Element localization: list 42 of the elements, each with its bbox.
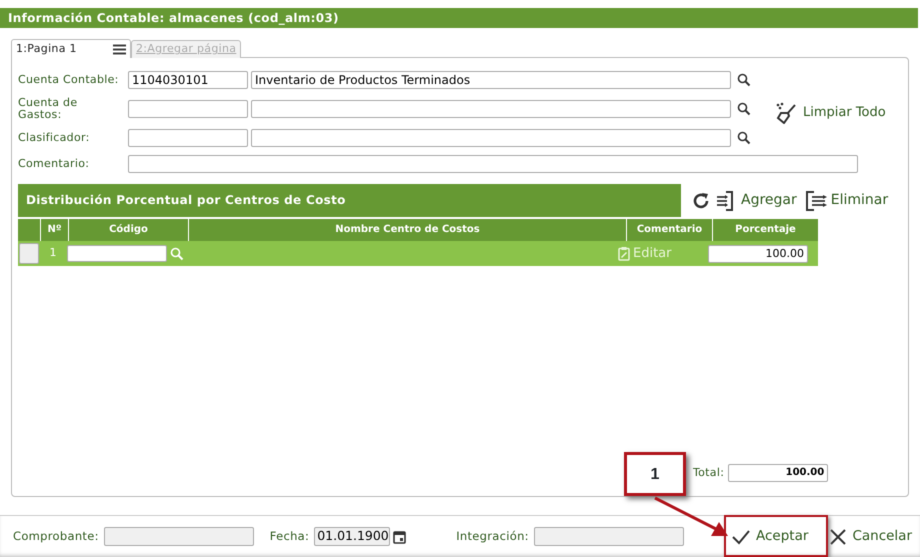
refresh-icon[interactable]	[691, 190, 711, 210]
description-field[interactable]: Inventario de Productos Terminados	[251, 71, 731, 89]
code-field[interactable]	[67, 245, 167, 262]
delete-button[interactable]: Eliminar	[800, 188, 892, 214]
code-field[interactable]	[128, 129, 248, 147]
add-button[interactable]: Agregar	[711, 188, 801, 214]
import-icon	[715, 190, 735, 212]
description-field[interactable]	[251, 100, 731, 118]
code-field[interactable]	[128, 100, 248, 118]
code-field[interactable]: 1104030101	[128, 71, 248, 89]
export-icon	[804, 190, 829, 212]
cancel-button[interactable]: Cancelar	[826, 524, 916, 549]
footer-field[interactable]: 01.01.1900	[314, 527, 390, 546]
menu-icon[interactable]	[113, 44, 126, 54]
description-field[interactable]	[251, 129, 731, 147]
callout-box: 1	[624, 452, 686, 496]
field-label: Integración:	[456, 528, 529, 545]
total-label: Total:	[693, 467, 724, 479]
close-icon	[830, 528, 846, 544]
calendar-icon[interactable]	[393, 530, 406, 544]
field-label: Fecha:	[270, 528, 310, 545]
window-title: Información Contable: almacenes (cod_alm:03)	[0, 8, 918, 28]
broom-icon	[775, 102, 797, 124]
field-label: Clasificador:	[18, 132, 91, 144]
accept-button[interactable]: Aceptar	[728, 524, 812, 549]
percentage-field[interactable]: 100.00	[708, 244, 808, 262]
field-label: Cuenta de Gastos:	[18, 97, 78, 121]
field-label: Comprobante:	[13, 528, 99, 545]
row-number: 1	[48, 245, 58, 262]
clear-all-button[interactable]: Limpiar Todo	[771, 100, 890, 126]
clipboard-icon	[618, 246, 630, 261]
search-icon[interactable]	[737, 102, 751, 116]
row-checkbox[interactable]	[19, 243, 39, 264]
field-label: Cuenta Contable:	[18, 74, 120, 86]
check-icon	[732, 528, 750, 544]
field-label: Comentario:	[18, 158, 90, 170]
search-icon[interactable]	[737, 131, 751, 145]
section-header: Distribución Porcentual por Centros de Costo	[18, 184, 681, 217]
search-icon[interactable]	[737, 73, 751, 87]
tab[interactable]: 1:Pagina 1	[11, 39, 131, 58]
comment-field[interactable]	[128, 155, 858, 173]
total-field: 100.00	[728, 464, 828, 482]
